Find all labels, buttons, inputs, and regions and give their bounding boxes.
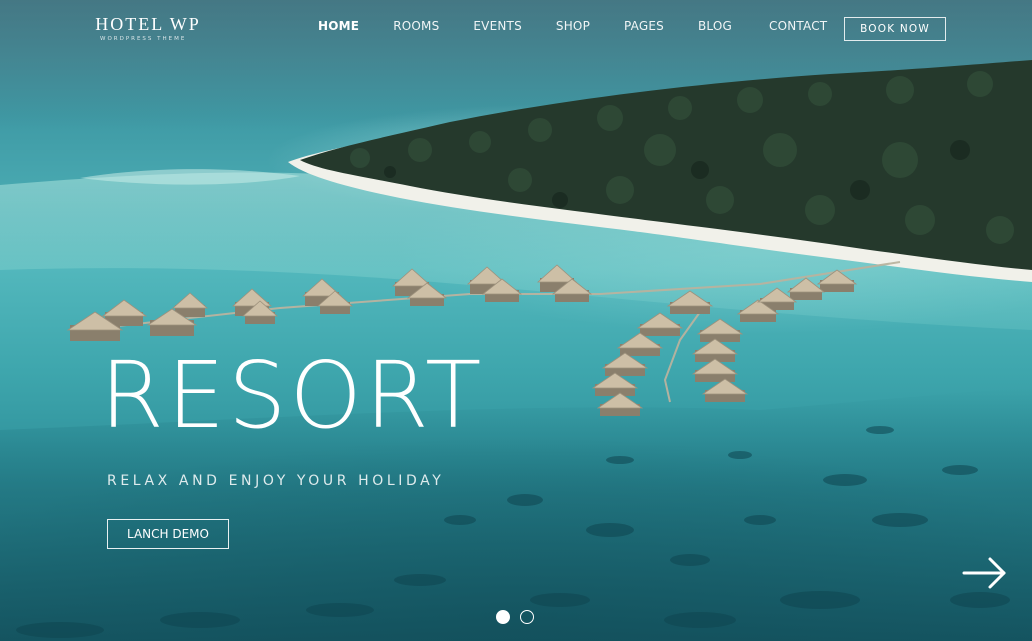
nav-item-home[interactable]: HOME — [318, 19, 359, 33]
slider-pagination — [496, 610, 534, 624]
hero-slider: HOTEL WP WORDPRESS THEME HOME ROOMS EVEN… — [0, 0, 1032, 641]
nav-item-rooms[interactable]: ROOMS — [393, 19, 439, 33]
launch-demo-button[interactable]: LANCH DEMO — [107, 519, 229, 549]
hero-title: RESORT — [100, 342, 485, 449]
nav-item-pages[interactable]: PAGES — [624, 19, 664, 33]
slider-dot-2[interactable] — [520, 610, 534, 624]
brand-name: HOTEL WP — [95, 14, 201, 34]
slider-dot-1[interactable] — [496, 610, 510, 624]
nav-item-blog[interactable]: BLOG — [698, 19, 732, 33]
main-nav: HOME ROOMS EVENTS SHOP PAGES BLOG CONTAC… — [300, 19, 827, 33]
hero-subtitle: RELAX AND ENJOY YOUR HOLIDAY — [107, 473, 445, 489]
brand-logo[interactable]: HOTEL WP WORDPRESS THEME — [88, 14, 208, 42]
brand-tagline: WORDPRESS THEME — [100, 36, 187, 42]
nav-item-events[interactable]: EVENTS — [473, 19, 522, 33]
nav-item-contact[interactable]: CONTACT — [769, 19, 827, 33]
arrow-right-icon[interactable] — [962, 556, 1008, 590]
nav-item-shop[interactable]: SHOP — [556, 19, 590, 33]
book-now-button[interactable]: BOOK NOW — [844, 17, 946, 41]
